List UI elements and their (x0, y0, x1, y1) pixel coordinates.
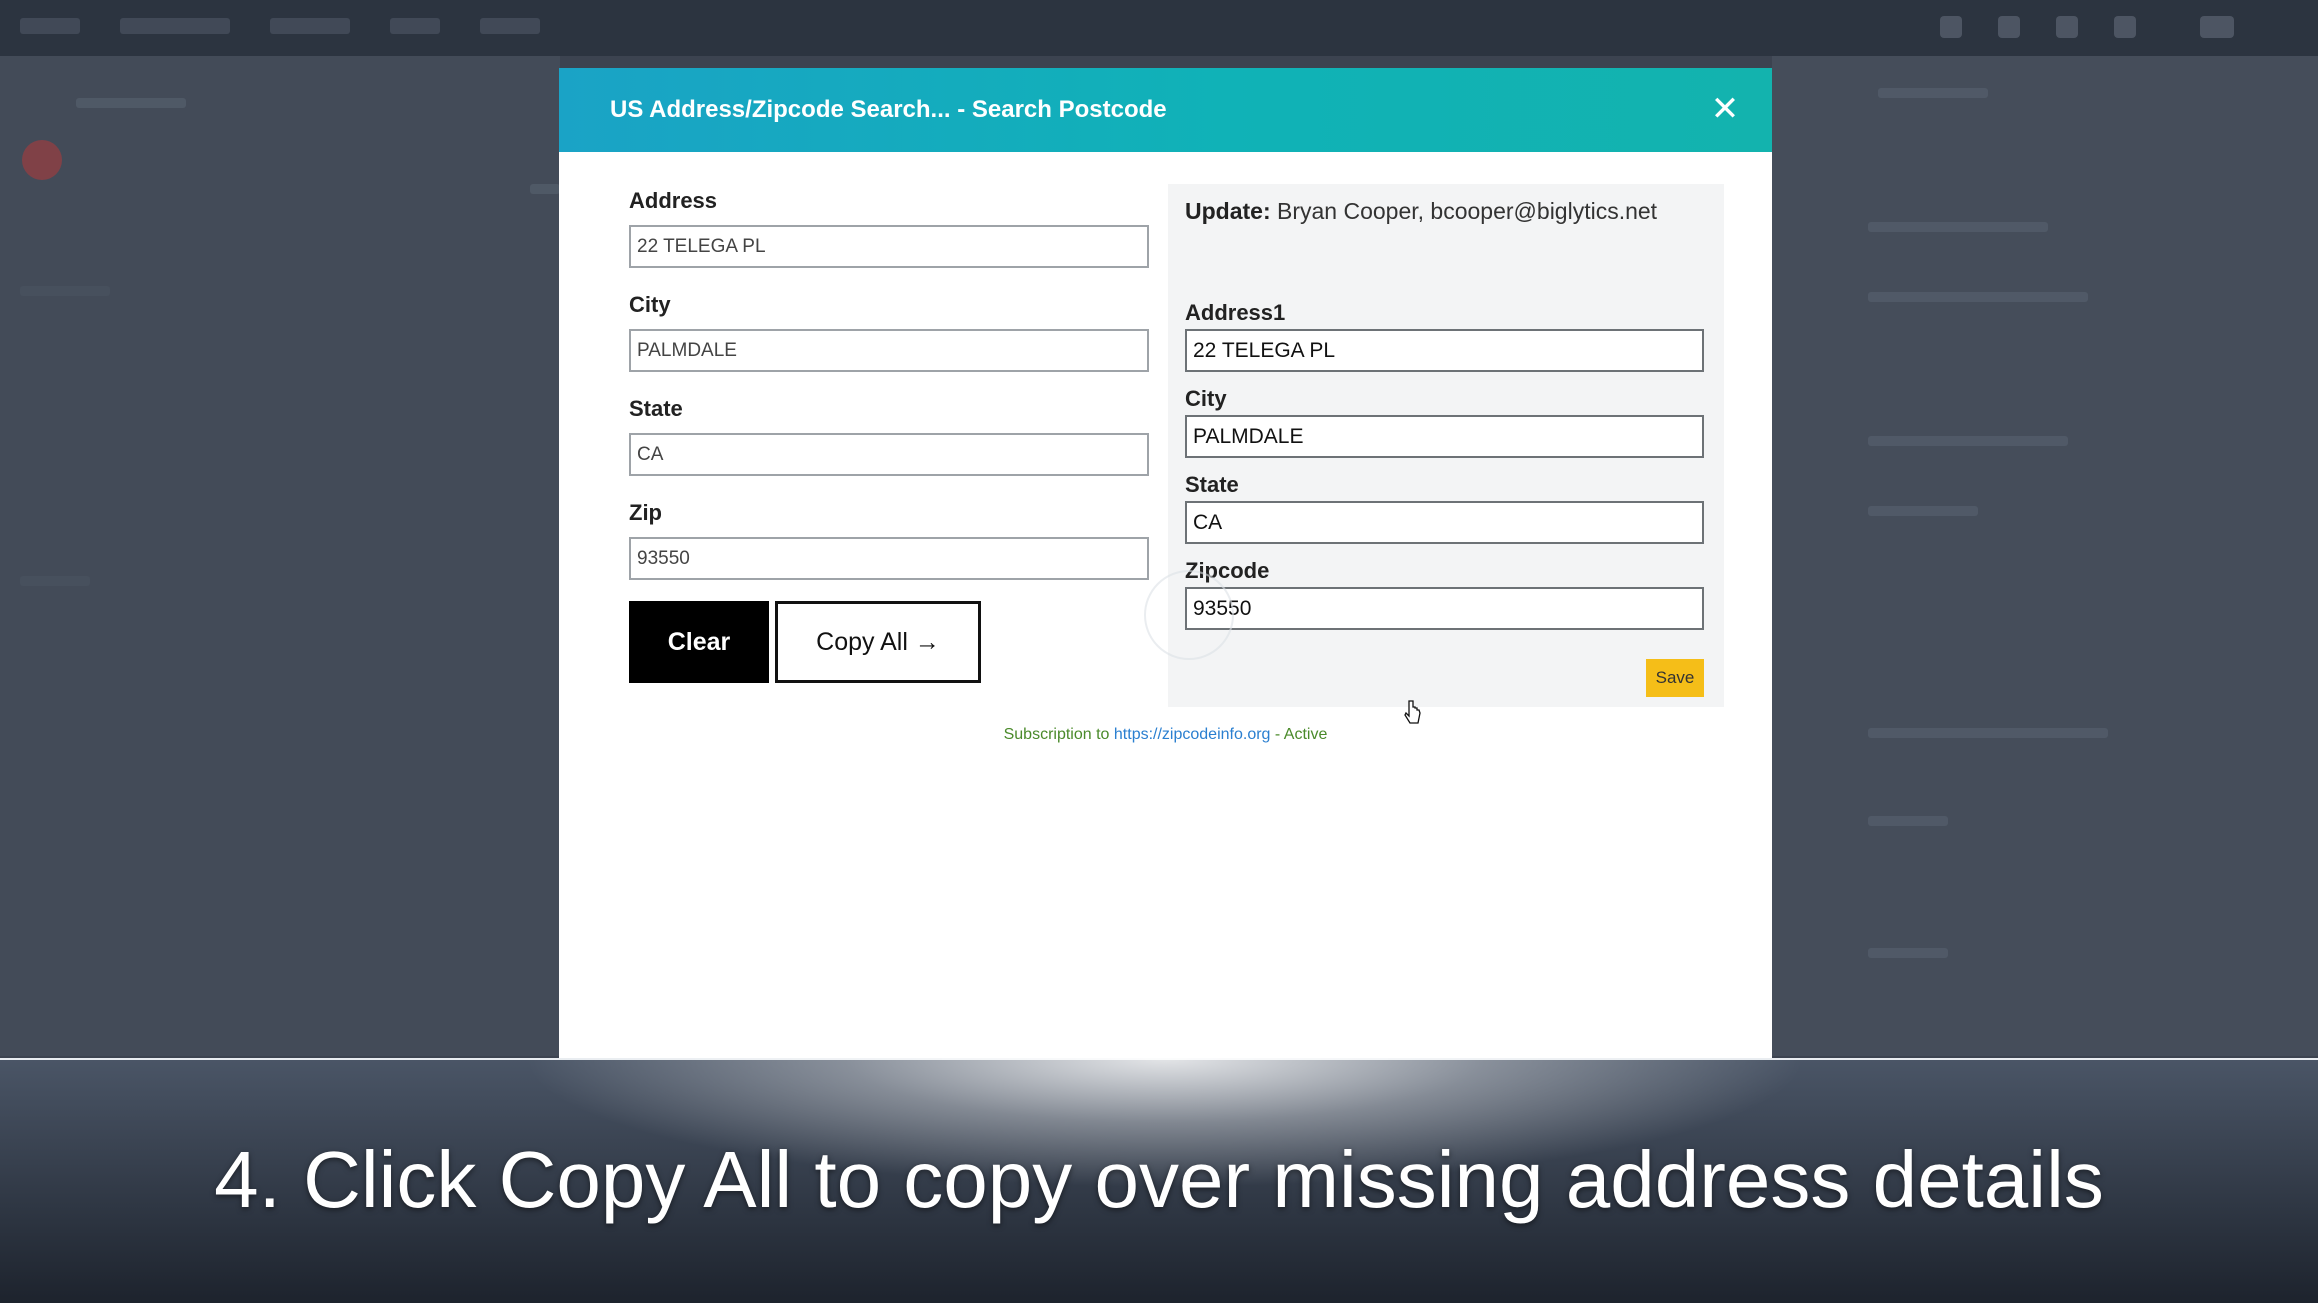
modal-header: US Address/Zipcode Search... - Search Po… (559, 68, 1772, 152)
state-input[interactable] (629, 433, 1149, 476)
background-text (20, 286, 110, 296)
clear-button[interactable]: Clear (629, 601, 769, 683)
update-city-input[interactable] (1185, 415, 1704, 458)
background-text (530, 184, 560, 194)
background-text (20, 576, 90, 586)
background-text (1878, 88, 1988, 98)
update-contact-line: Update: Bryan Cooper, bcooper@biglytics.… (1185, 198, 1657, 225)
update-label: Update: (1185, 198, 1271, 224)
background-top-bar (0, 0, 2318, 56)
background-icon (2200, 16, 2234, 38)
update-state-label: State (1185, 472, 1239, 497)
click-ripple (1144, 570, 1234, 660)
address1-input[interactable] (1185, 329, 1704, 372)
address-label: Address (629, 188, 718, 213)
subscription-status: Subscription to https://zipcodeinfo.org … (559, 726, 1772, 744)
zip-input[interactable] (629, 537, 1149, 580)
background-icon (2056, 16, 2078, 38)
close-icon[interactable]: ✕ (1706, 90, 1744, 128)
background-icon (1998, 16, 2020, 38)
state-label: State (629, 396, 683, 421)
background-text (1868, 436, 2068, 446)
update-state-input[interactable] (1185, 501, 1704, 544)
background-right-panel (1772, 56, 2318, 1056)
background-nav-item (390, 18, 440, 34)
background-icon (1940, 16, 1962, 38)
background-logo (22, 140, 62, 180)
background-text (1868, 948, 1948, 958)
modal-title: US Address/Zipcode Search... - Search Po… (610, 96, 1167, 123)
city-input[interactable] (629, 329, 1149, 372)
subscription-prefix: Subscription to (1003, 726, 1110, 743)
zipcode-search-modal: US Address/Zipcode Search... - Search Po… (559, 68, 1772, 1058)
background-nav-item (480, 18, 540, 34)
background-text (1868, 728, 2108, 738)
background-nav-item (120, 18, 230, 34)
zip-label: Zip (629, 500, 662, 525)
subscription-suffix: - Active (1274, 726, 1328, 743)
address-input[interactable] (629, 225, 1149, 268)
background-icon (2114, 16, 2136, 38)
background-text (1868, 816, 1948, 826)
background-left-panel (0, 56, 560, 1056)
background-text (1868, 292, 2088, 302)
background-text (1868, 506, 1978, 516)
subscription-link[interactable]: https://zipcodeinfo.org (1114, 726, 1271, 743)
copy-all-button[interactable]: Copy All → (775, 601, 981, 683)
background-text (76, 98, 186, 108)
update-contact: Bryan Cooper, bcooper@biglytics.net (1277, 198, 1658, 224)
mouse-cursor-icon (1404, 700, 1421, 724)
background-nav-item (270, 18, 350, 34)
update-panel: Update: Bryan Cooper, bcooper@biglytics.… (1144, 184, 1724, 707)
caption-text: 4. Click Copy All to copy over missing a… (214, 1135, 2104, 1224)
background-nav-item (20, 18, 80, 34)
background-text (1868, 222, 2048, 232)
zipcode-input[interactable] (1185, 587, 1704, 630)
update-city-label: City (1185, 386, 1227, 411)
save-button[interactable]: Save (1646, 659, 1704, 697)
city-label: City (629, 292, 671, 317)
address1-label: Address1 (1185, 300, 1286, 325)
